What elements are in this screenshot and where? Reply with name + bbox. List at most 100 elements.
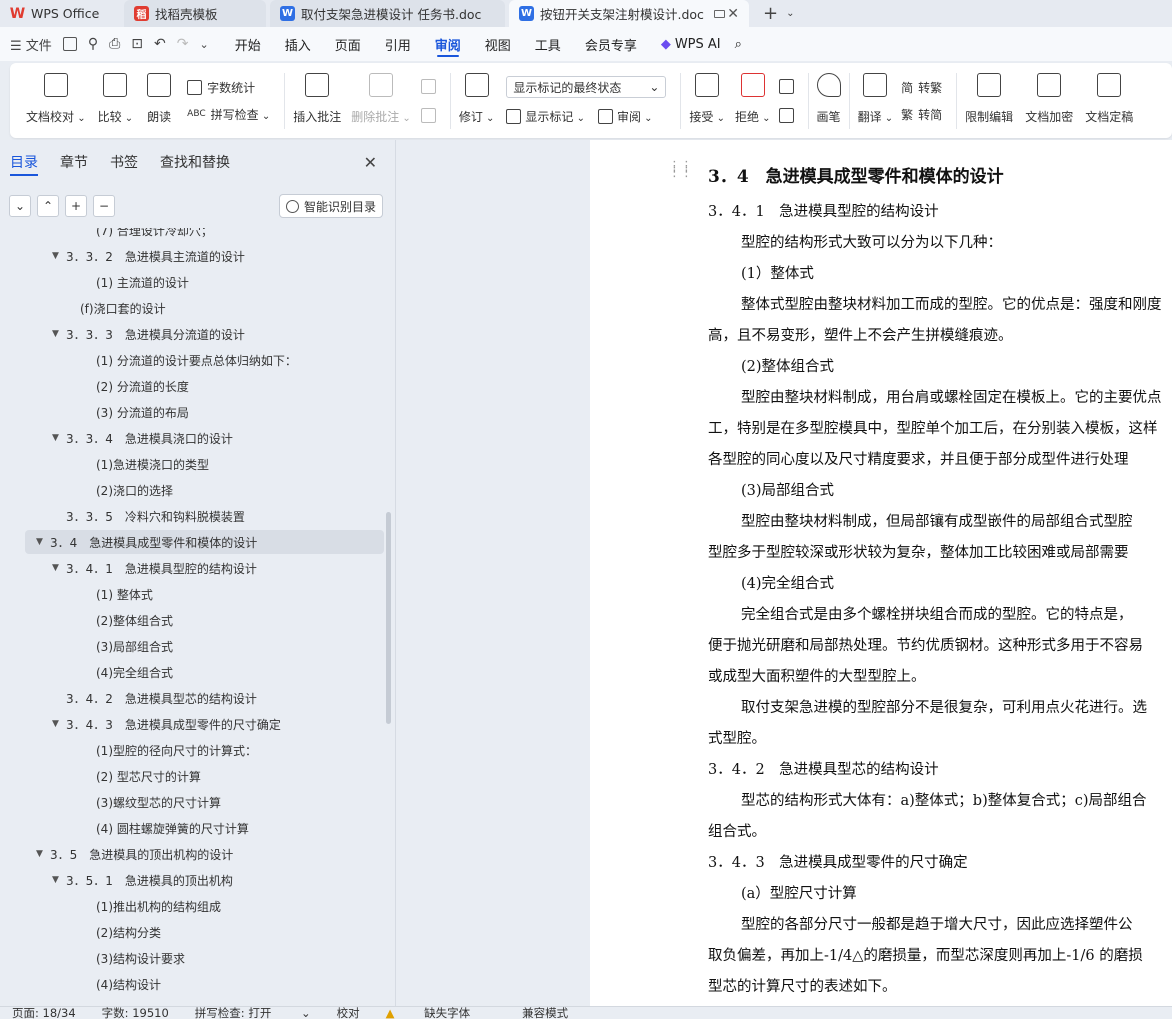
toc-item[interactable]: (3)结构设计要求 — [0, 946, 185, 970]
expand-down-icon[interactable]: ⌄ — [9, 195, 31, 217]
wps-ai-button[interactable]: ◆ WPS AI ⌕ — [649, 27, 754, 61]
toc-item[interactable]: (2)整体组合式 — [0, 608, 173, 632]
toc-item[interactable]: (1)型腔的径向尺寸的计算式： — [0, 738, 257, 762]
previous-comment-icon[interactable] — [420, 78, 436, 94]
drag-handle-icon[interactable]: ⋮⋮ ⋮⋮ — [668, 160, 693, 179]
toc-scrollbar[interactable] — [386, 512, 391, 724]
encrypt-button[interactable]: 文档加密 — [1025, 69, 1073, 133]
tab-find-replace[interactable]: 查找和替换 — [160, 140, 230, 184]
print-preview-icon[interactable]: ⊡ — [131, 36, 143, 52]
page-indicator[interactable]: 页面: 18/34 — [12, 1007, 76, 1019]
toc-item[interactable]: ▼ 3．4．1 急进模具型腔的结构设计 — [0, 556, 257, 580]
chevron-down-icon[interactable]: ⌄ — [786, 8, 794, 19]
display-mode-select[interactable]: 显示标记的最终状态 ⌄ — [506, 76, 667, 98]
toc-item[interactable]: (1) 主流道的设计 — [0, 270, 189, 294]
expand-toggle-icon[interactable]: ▼ — [36, 849, 50, 859]
read-aloud-button[interactable]: 朗读 — [147, 69, 171, 133]
toc-item[interactable]: ▼ 3．4．3 急进模具成型零件的尺寸确定 — [0, 712, 281, 736]
toc-item[interactable]: ▼ 3．3．3 急进模具分流道的设计 — [0, 322, 245, 346]
smart-toc-button[interactable]: 智能识别目录 — [278, 194, 383, 218]
proofread-status[interactable]: 校对 — [337, 1007, 360, 1019]
review-pane-button[interactable]: 审阅 — [597, 108, 653, 125]
toc-item[interactable]: ▼ 3．4 急进模具成型零件和模体的设计 — [25, 530, 384, 554]
toc-item[interactable]: (7) 合理设计冷却穴； — [0, 228, 213, 242]
toc-item[interactable]: ▼ 3．5．1 急进模具的顶出机构 — [0, 868, 233, 892]
tab-wps-office[interactable]: W WPS Office — [0, 0, 118, 27]
toc-item[interactable]: 3．3．5 冷料穴和钩料脱模装置 — [0, 504, 245, 528]
close-tab-icon[interactable]: ✕ — [727, 6, 739, 22]
expand-toggle-icon[interactable]: ▼ — [52, 875, 66, 885]
toc-item[interactable]: (4)完全组合式 — [0, 660, 173, 684]
expand-toggle-icon[interactable]: ▼ — [52, 329, 66, 339]
toc-item[interactable]: ▼ 3．3．4 急进模具浇口的设计 — [0, 426, 233, 450]
next-change-icon[interactable] — [778, 107, 794, 123]
menu-member[interactable]: 会员专享 — [573, 27, 649, 61]
toc-item[interactable]: (2) 型芯尺寸的计算 — [0, 764, 201, 788]
tab-chapters[interactable]: 章节 — [60, 140, 88, 184]
finalize-button[interactable]: 文档定稿 — [1085, 69, 1133, 133]
tab-doc-active[interactable]: W 按钮开关支架注射模设计.doc ✕ — [509, 0, 749, 27]
toc-item[interactable]: (1) 分流道的设计要点总体归纳如下： — [0, 348, 297, 372]
word-count-indicator[interactable]: 字数: 19510 — [102, 1007, 169, 1019]
toc-item[interactable]: (4)结构设计 — [0, 972, 161, 996]
accept-button[interactable]: 接受 — [689, 69, 725, 133]
menu-insert[interactable]: 插入 — [273, 27, 323, 61]
menu-review[interactable]: 审阅 — [423, 27, 473, 61]
to-simplified-button[interactable]: 繁转简 — [901, 106, 942, 123]
word-count-button[interactable]: 字数统计 — [187, 79, 270, 96]
expand-toggle-icon[interactable]: ▼ — [52, 719, 66, 729]
menu-view[interactable]: 视图 — [473, 27, 523, 61]
tab-bookmarks[interactable]: 书签 — [110, 140, 138, 184]
toc-item[interactable]: (1) 整体式 — [0, 582, 153, 606]
menu-references[interactable]: 引用 — [373, 27, 423, 61]
toc-item[interactable]: ▼ 3．3．2 急进模具主流道的设计 — [0, 244, 245, 268]
link-icon[interactable]: ⚲ — [88, 36, 98, 52]
expand-toggle-icon[interactable]: ▼ — [52, 433, 66, 443]
undo-icon[interactable]: ↶ — [154, 36, 166, 52]
revise-button[interactable]: 修订 — [459, 69, 495, 133]
show-markup-button[interactable]: 显示标记 — [506, 108, 585, 125]
toc-item[interactable]: 3．4．2 急进模具型芯的结构设计 — [0, 686, 257, 710]
compare-button[interactable]: 比较 — [98, 69, 134, 133]
search-icon[interactable]: ⌕ — [735, 37, 742, 52]
toc-item[interactable]: (f)浇口套的设计 — [0, 296, 166, 320]
menu-icon[interactable]: ☰ 文件 — [10, 35, 52, 54]
to-traditional-button[interactable]: 简转繁 — [901, 79, 942, 96]
print-icon[interactable]: ⎙ — [109, 36, 120, 52]
toc-item[interactable]: (3)螺纹型芯的尺寸计算 — [0, 790, 221, 814]
toc-item[interactable]: (1)急进模浇口的类型 — [0, 452, 209, 476]
toc-item[interactable]: (2)结构分类 — [0, 920, 161, 944]
remove-heading-icon[interactable]: − — [93, 195, 115, 217]
reject-button[interactable]: 拒绝 — [735, 69, 771, 133]
close-pane-icon[interactable]: ✕ — [364, 153, 377, 172]
delete-comment-button[interactable]: 删除批注 — [351, 69, 411, 133]
expand-toggle-icon[interactable]: ▼ — [52, 563, 66, 573]
save-icon[interactable] — [62, 37, 77, 51]
tab-doc-task[interactable]: W 取付支架急进模设计 任务书.doc — [270, 0, 505, 27]
toc-item[interactable]: ▼ 3．5 急进模具的顶出机构的设计 — [0, 842, 233, 866]
collapse-up-icon[interactable]: ⌃ — [37, 195, 59, 217]
toc-item[interactable]: (1)推出机构的结构组成 — [0, 894, 221, 918]
new-tab-button[interactable]: + ⌄ — [763, 0, 794, 27]
translate-button[interactable]: 翻译 — [858, 69, 894, 133]
tab-daoke-template[interactable]: 稻 找稻壳模板 — [124, 0, 266, 27]
insert-comment-button[interactable]: 插入批注 — [293, 69, 341, 133]
toc-item[interactable]: (3) 分流道的布局 — [0, 400, 189, 424]
missing-font-status[interactable]: ▲ 缺失字体 — [386, 1007, 497, 1019]
add-heading-icon[interactable]: + — [65, 195, 87, 217]
expand-toggle-icon[interactable]: ▼ — [36, 537, 50, 547]
toc-item[interactable]: (3)局部组合式 — [0, 634, 173, 658]
chevron-down-icon[interactable]: ⌄ — [199, 38, 208, 51]
proofread-button[interactable]: 文档校对 — [26, 69, 86, 133]
spell-check-button[interactable]: ABC 拼写检查 — [187, 106, 270, 123]
document-page[interactable]: ⋮⋮ ⋮⋮ 3．4 急进模具成型零件和模体的设计 3．4．1 急进模具型腔的结构设计… — [590, 140, 1172, 1006]
toc-item[interactable]: (4) 圆柱螺旋弹簧的尺寸计算 — [0, 816, 249, 840]
menu-tools[interactable]: 工具 — [523, 27, 573, 61]
restrict-edit-button[interactable]: 限制编辑 — [965, 69, 1013, 133]
toc-item[interactable]: (2)浇口的选择 — [0, 478, 173, 502]
next-comment-icon[interactable] — [420, 107, 436, 123]
menu-home[interactable]: 开始 — [223, 27, 273, 61]
file-menu[interactable]: 文件 — [26, 39, 52, 54]
menu-page[interactable]: 页面 — [323, 27, 373, 61]
toc-item[interactable]: (2) 分流道的长度 — [0, 374, 189, 398]
